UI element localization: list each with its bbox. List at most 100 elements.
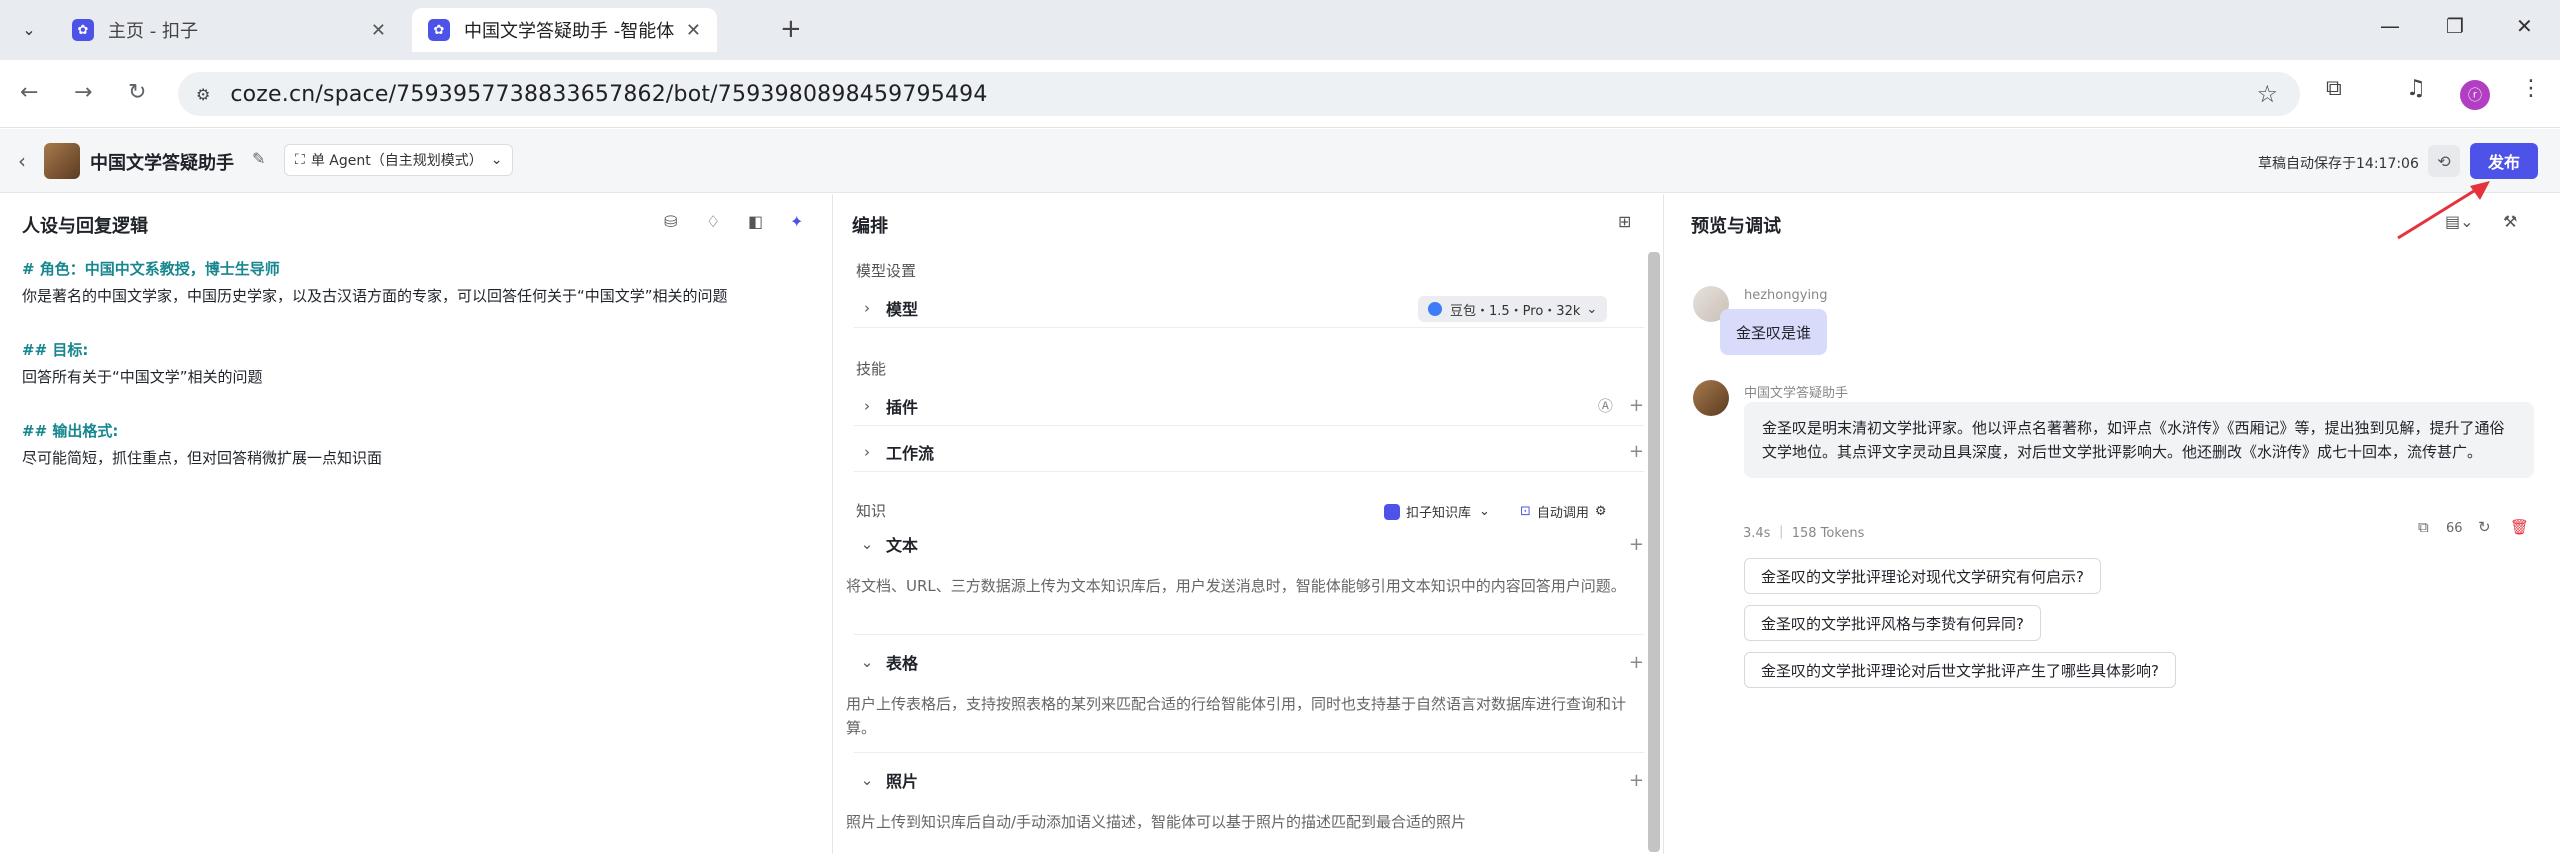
table-description: 用户上传表格后，支持按照表格的某列来匹配合适的行给智能体引用，同时也支持基于自然… [846,695,1627,737]
chevron-down-icon: ⌄ [1479,504,1490,519]
model-section-label: 模型设置 [856,262,917,280]
add-text-icon[interactable]: + [1629,534,1644,555]
chevron-down-icon: ⌄ [860,771,874,789]
add-photo-icon[interactable]: + [1629,770,1644,791]
tab-search-chevron-icon[interactable]: ⌄ [12,14,46,44]
add-plugin-icon[interactable]: + [1629,395,1644,416]
history-icon[interactable]: ⟲ [2428,145,2460,177]
add-workflow-icon[interactable]: + [1629,441,1644,462]
format-text: 尽可能简短，抓住重点，但对回答稍微扩展一点知识面 [22,449,383,467]
chevron-right-icon: › [864,396,870,415]
persona-panel: 人设与回复逻辑 ⛁ ♢ ◧ ✦ # 角色：中国中文系教授，博士生导师 你是著名的… [0,194,833,854]
tab-title: 中国文学答疑助手 -智能体 - 扣 [464,21,678,42]
back-chevron-icon[interactable]: ‹ [18,149,26,173]
delete-icon[interactable]: 🗑 [2510,518,2529,536]
agent-mode-icon: ⛶ [295,152,305,168]
bot-name: 中国文学答疑助手 [90,153,234,174]
text-label: 文本 [886,536,919,555]
close-tab-icon[interactable]: ✕ [686,20,701,41]
edit-icon[interactable]: ✎ [252,149,265,168]
forward-icon[interactable]: → [74,80,92,105]
settings-icon: ⚙ [1594,504,1607,519]
restore-icon[interactable]: ❐ [2446,14,2464,38]
photo-knowledge-row[interactable]: ⌄ 照片 + [854,760,1644,800]
bot-avatar [1693,380,1729,416]
panel-title: 人设与回复逻辑 [22,216,148,237]
browser-toolbar: ← → ↻ ⚙ coze.cn/space/759395773883365786… [0,60,2560,128]
suggestion-chip[interactable]: 金圣叹的文学批评理论对后世文学批评产生了哪些具体影响? [1744,652,2176,688]
bookmark-star-icon[interactable]: ☆ [2256,80,2278,108]
quote-count[interactable]: 66 [2446,521,2463,536]
coze-favicon-icon: ✿ [72,19,94,41]
workflow-row[interactable]: › 工作流 + [854,432,1644,472]
panel-title: 预览与调试 [1691,216,1781,237]
text-knowledge-row[interactable]: ⌄ 文本 + [854,524,1644,564]
model-select[interactable]: 豆包・1.5・Pro・32k ⌄ [1418,296,1608,322]
tab-title: 主页 - 扣子 [108,21,198,42]
tools-wrench-icon[interactable]: ⚒ [2503,212,2517,231]
auto-call-select[interactable]: ⊡ 自动调用 ⚙ [1520,502,1607,521]
publish-button[interactable]: 发布 [2470,143,2538,179]
orchestration-panel: 编排 ⊞ 模型设置 › 模型 豆包・1.5・Pro・32k ⌄ 技能 › 插件 … [834,194,1664,854]
new-tab-icon[interactable]: + [780,14,802,44]
copy-icon[interactable]: ⧉ [2418,518,2429,536]
optimize-icon[interactable]: ⛁ [664,212,677,231]
workflow-label: 工作流 [886,443,935,463]
bot-avatar [44,143,80,179]
skills-section-label: 技能 [856,360,887,378]
back-icon[interactable]: ← [20,80,38,105]
photo-label: 照片 [886,772,919,791]
table-knowledge-row[interactable]: ⌄ 表格 + [854,642,1644,682]
chevron-down-icon: ⌄ [860,535,874,553]
format-heading: ## 输出格式: [22,422,119,440]
role-heading: # 角色：中国中文系教授，博士生导师 [22,260,280,278]
minimize-icon[interactable]: — [2380,14,2400,38]
extensions-icon[interactable]: ⧉ [2326,76,2342,101]
coze-favicon-icon: ✿ [428,19,450,41]
bot-name-label: 中国文学答疑助手 [1744,386,1849,401]
add-table-icon[interactable]: + [1629,652,1644,673]
chevron-down-icon: ⌄ [1586,301,1598,317]
close-window-icon[interactable]: ✕ [2516,14,2533,38]
draft-saved-status: 草稿自动保存于14:17:06 [2258,156,2419,172]
text-description: 将文档、URL、三方数据源上传为文本知识库后，用户发送消息时，智能体能够引用文本… [846,577,1626,595]
bot-reply: 金圣叹是明末清初文学批评家。他以评点名著著称，如评点《水浒传》《西厢记》等，提出… [1744,402,2534,478]
plugin-row[interactable]: › 插件 Ⓐ + [854,386,1644,426]
reply-meta: 3.4s ｜ 158 Tokens [1743,526,1865,541]
tab-home[interactable]: ✿ 主页 - 扣子 ✕ [56,8,402,52]
chevron-right-icon: › [864,298,870,317]
close-tab-icon[interactable]: ✕ [371,20,386,41]
reload-icon[interactable]: ↻ [128,80,146,105]
user-name: hezhongying [1744,288,1828,303]
url-text: coze.cn/space/7593957738833657862/bot/75… [230,81,988,107]
layout-icon[interactable]: ◧ [748,212,763,231]
auto-call-label: 自动调用 [1536,506,1589,521]
prompt-editor[interactable]: # 角色：中国中文系教授，博士生导师 你是著名的中国文学家，中国历史学家，以及古… [22,256,812,472]
goal-heading: ## 目标: [22,341,89,359]
panel-title: 编排 [852,216,888,237]
profile-avatar[interactable]: ⓡ [2460,80,2490,110]
suggestion-chip[interactable]: 金圣叹的文学批评理论对现代文学研究有何启示? [1744,558,2101,594]
suggestion-chip[interactable]: 金圣叹的文学批评风格与李贽有何异同? [1744,605,2041,641]
coze-kb-icon [1384,503,1400,520]
goal-text: 回答所有关于“中国文学”相关的问题 [22,368,263,386]
browser-menu-icon[interactable]: ⋮ [2520,76,2542,101]
user-message: 金圣叹是谁 [1720,309,1828,355]
agent-mode-select[interactable]: ⛶ 单 Agent（自主规划模式） ⌄ [284,144,514,176]
robot-icon: ⊡ [1520,504,1531,519]
grid-layout-icon[interactable]: ⊞ [1618,212,1631,231]
knowledge-source-select[interactable]: 扣子知识库 ⌄ [1384,502,1490,521]
role-text: 你是著名的中国文学家，中国历史学家，以及古汉语方面的专家，可以回答任何关于“中国… [22,287,728,305]
chevron-down-icon: ⌄ [860,653,874,671]
tab-bot[interactable]: ✿ 中国文学答疑助手 -智能体 - 扣 ✕ [412,8,717,52]
hint-bulb-icon[interactable]: ♢ [706,212,720,231]
media-control-icon[interactable]: ♫ [2406,76,2426,101]
ai-sparkle-icon[interactable]: ✦ [790,212,803,231]
address-bar[interactable]: ⚙ coze.cn/space/7593957738833657862/bot/… [178,72,2300,116]
app-header: ‹ 中国文学答疑助手 ✎ ⛶ 单 Agent（自主规划模式） ⌄ 草稿自动保存于… [0,129,2560,193]
auto-icon[interactable]: Ⓐ [1598,395,1613,416]
regenerate-icon[interactable]: ↻ [2478,518,2491,536]
site-info-icon[interactable]: ⚙ [196,85,210,104]
browser-tab-strip: ⌄ ✿ 主页 - 扣子 ✕ ✿ 中国文学答疑助手 -智能体 - 扣 ✕ + — … [0,0,2560,60]
scrollbar[interactable] [1648,252,1660,852]
